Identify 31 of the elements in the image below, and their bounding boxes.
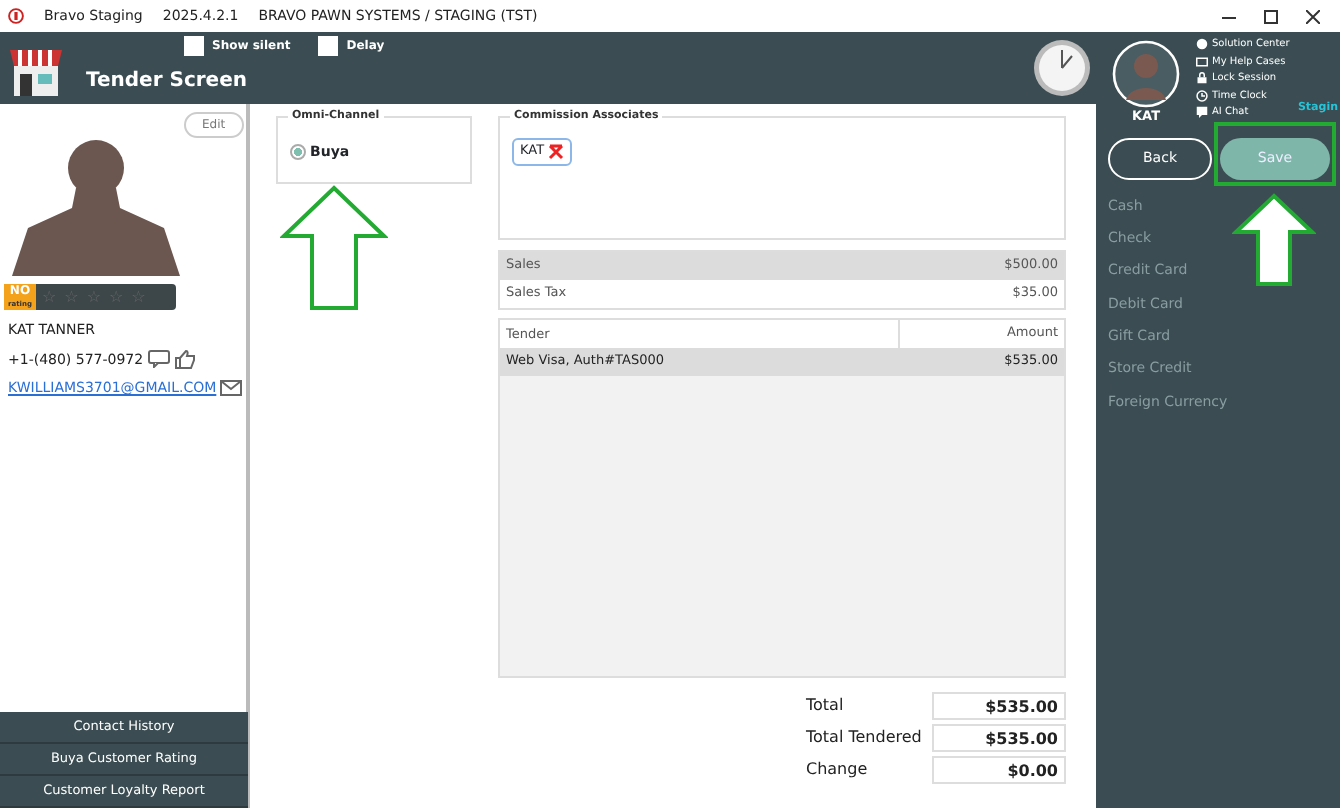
envelope-icon[interactable] (220, 380, 243, 397)
user-avatar[interactable] (1112, 40, 1180, 108)
arrow-annotation (1232, 192, 1316, 288)
star-icon: ☆ (131, 289, 146, 305)
star-icon: ☆ (86, 289, 101, 305)
close-icon[interactable] (1306, 9, 1320, 23)
total-label: Change (806, 758, 870, 782)
star-icon: ☆ (41, 289, 57, 305)
chat-icon (1196, 106, 1208, 119)
checkbox[interactable] (318, 36, 339, 56)
clock-icon (1032, 38, 1092, 98)
screen-title: Tender Screen (86, 67, 247, 95)
remove-icon[interactable] (548, 143, 565, 160)
maximize-icon[interactable] (1264, 9, 1278, 23)
total-label: Total (806, 694, 846, 718)
help-icon (1196, 38, 1208, 51)
total-value: $0.00 (932, 756, 1066, 784)
folder-icon (1196, 55, 1208, 68)
highlight-frame (1214, 122, 1336, 186)
thumbs-up-icon[interactable] (173, 349, 196, 370)
clock-icon (1196, 89, 1208, 102)
star-icon: ☆ (64, 289, 79, 305)
checkbox[interactable] (184, 36, 204, 56)
lock-icon (1196, 72, 1208, 85)
total-label: Total Tendered (806, 726, 924, 750)
arrow-annotation (280, 184, 388, 312)
message-icon[interactable] (147, 350, 170, 369)
total-value: $535.00 (932, 724, 1066, 752)
star-icon: ☆ (108, 289, 124, 305)
total-value: $535.00 (932, 692, 1066, 720)
app-logo-icon (8, 8, 24, 24)
